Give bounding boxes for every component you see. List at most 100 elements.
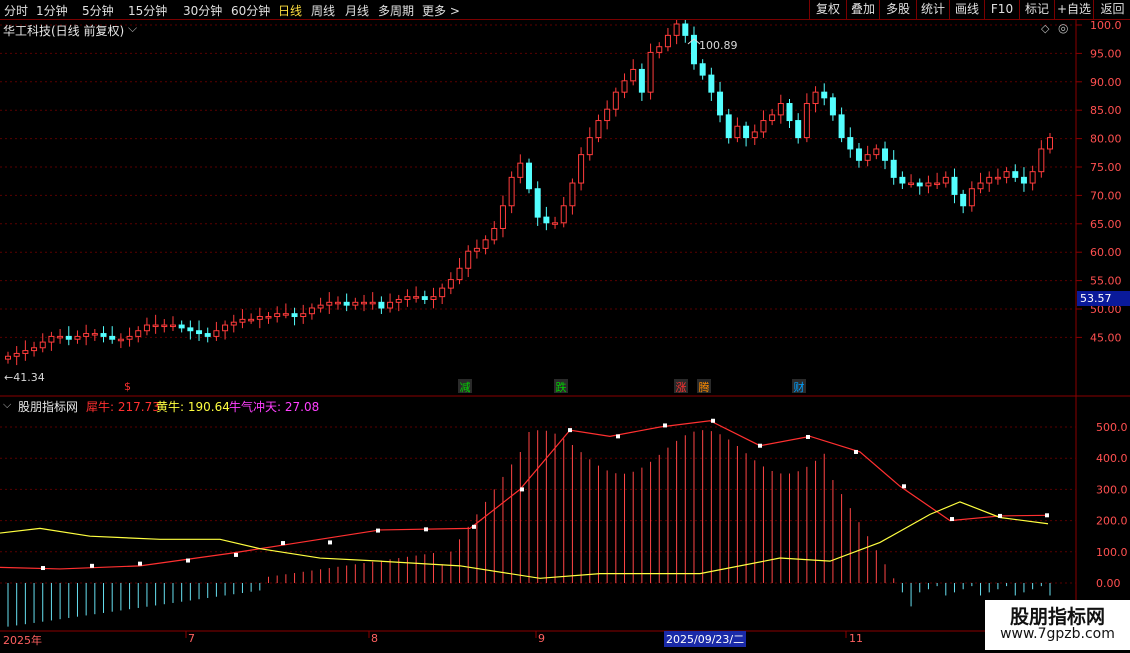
candle-body — [664, 34, 671, 48]
f10-button[interactable]: F10 — [984, 0, 1019, 19]
candle-body — [882, 148, 889, 161]
candle-body — [968, 188, 975, 207]
candle-body — [326, 301, 333, 306]
candle-body — [908, 182, 915, 186]
candle-body — [282, 313, 289, 316]
period-60min[interactable]: 60分钟 — [231, 2, 270, 19]
candle-body — [256, 316, 263, 320]
signal-marker — [568, 428, 572, 433]
event-mark-rise[interactable]: 涨 — [674, 379, 688, 394]
candle-body — [57, 335, 64, 339]
candle-body — [473, 247, 480, 252]
candle-body — [491, 227, 498, 241]
candle-body — [890, 159, 897, 178]
indicator-bars — [7, 430, 1051, 627]
candle-body — [638, 68, 645, 93]
price-axis-label: 70.00 — [1090, 189, 1122, 202]
candle-body — [317, 304, 324, 309]
candle-body — [751, 131, 758, 139]
candle-body — [934, 182, 941, 186]
candle-body — [621, 80, 628, 93]
period-multi[interactable]: 多周期 — [378, 2, 414, 19]
indicator-line1-label: 犀牛: 217.73 — [86, 400, 160, 414]
period-daily[interactable]: 日线 — [278, 2, 302, 19]
candle-body — [734, 125, 741, 139]
signal-marker — [41, 566, 45, 571]
low-price-value: 41.34 — [13, 371, 45, 384]
candle-body — [91, 333, 98, 336]
watermark-box: 股朋指标网 www.7gpzb.com — [985, 600, 1130, 650]
restore-rights-button[interactable]: 复权 — [809, 0, 846, 19]
candle-body — [31, 347, 38, 352]
period-30min[interactable]: 30分钟 — [183, 2, 222, 19]
candle-body — [300, 313, 307, 318]
chevron-down-icon[interactable]: ⌵ — [128, 21, 137, 36]
indicator-settings-icon[interactable]: ⌵ — [3, 398, 11, 412]
candle-body — [369, 301, 376, 305]
period-monthly[interactable]: 月线 — [345, 2, 369, 19]
event-mark-soar[interactable]: 腾 — [697, 379, 711, 394]
period-weekly[interactable]: 周线 — [311, 2, 335, 19]
price-axis-label: 60.00 — [1090, 246, 1122, 259]
period-5min[interactable]: 5分钟 — [82, 2, 114, 19]
multi-stock-button[interactable]: 多股 — [879, 0, 916, 19]
candle-body — [534, 188, 541, 218]
candle-body — [196, 330, 203, 335]
candle-body — [717, 91, 724, 116]
candle-body — [135, 330, 142, 337]
candle-body — [569, 182, 576, 207]
chart-area[interactable]: 100.0 95.00 90.00 85.00 80.00 75.00 70.00 65.00… — [0, 13, 1130, 650]
overlay-button[interactable]: 叠加 — [846, 0, 879, 19]
candle-body — [65, 335, 72, 340]
date-label-year: 2025年 — [3, 634, 42, 647]
mark-button[interactable]: 标记 — [1019, 0, 1054, 19]
signal-marker — [520, 487, 524, 492]
candlestick-series — [5, 13, 1053, 366]
candle-body — [239, 318, 246, 323]
candle-body — [604, 108, 611, 122]
signal-marker — [998, 513, 1002, 518]
date-label-nov: 11 — [849, 632, 863, 645]
statistics-button[interactable]: 统计 — [916, 0, 949, 19]
candle-body — [430, 296, 437, 300]
indicator-name[interactable]: 股朋指标网 — [18, 398, 78, 415]
signal-marker — [328, 540, 332, 545]
kline-chart[interactable]: 100.095.0090.0085.0080.0075.0070.0065.00… — [0, 13, 1130, 650]
draw-line-button[interactable]: 画线 — [949, 0, 984, 19]
indicator-line2-label: 黄牛: 190.64 — [156, 400, 230, 414]
candle-body — [508, 176, 515, 207]
candle-body — [543, 216, 550, 224]
add-watchlist-button[interactable]: +自选 — [1054, 0, 1093, 19]
period-1min[interactable]: 1分钟 — [36, 2, 68, 19]
candle-body — [829, 97, 836, 116]
candle-body — [204, 333, 211, 337]
date-label-jul: 7 — [188, 632, 195, 645]
candle-body — [404, 296, 411, 300]
event-mark-reduce[interactable]: 减 — [458, 379, 472, 394]
candle-body — [48, 335, 55, 343]
candle-body — [925, 182, 932, 187]
candle-body — [1038, 148, 1045, 173]
signal-marker — [663, 423, 667, 428]
candle-body — [13, 352, 20, 357]
candle-body — [308, 307, 315, 315]
candle-body — [169, 324, 176, 328]
period-intraday[interactable]: 分时 — [4, 2, 28, 19]
event-mark-fall[interactable]: 跌 — [554, 379, 568, 394]
period-more[interactable]: 更多 > — [422, 2, 460, 19]
settings-circle-icon[interactable]: ◎ — [1058, 21, 1068, 35]
candle-body — [986, 176, 993, 184]
candle-body — [786, 103, 793, 122]
back-button[interactable]: 返回 — [1093, 0, 1130, 19]
price-axis-label: 45.00 — [1090, 331, 1122, 344]
price-axis-label: 75.00 — [1090, 161, 1122, 174]
candle-body — [578, 154, 585, 184]
candle-body — [526, 162, 532, 190]
candle-body — [586, 137, 593, 156]
yellow-bull-line — [0, 501, 1049, 579]
event-mark-dividend[interactable]: $ — [124, 380, 131, 393]
current-price-tag: 53.57 — [1077, 291, 1130, 306]
period-15min[interactable]: 15分钟 — [128, 2, 167, 19]
diamond-icon[interactable]: ◇ — [1041, 22, 1049, 35]
event-mark-finance[interactable]: 财 — [792, 379, 806, 394]
